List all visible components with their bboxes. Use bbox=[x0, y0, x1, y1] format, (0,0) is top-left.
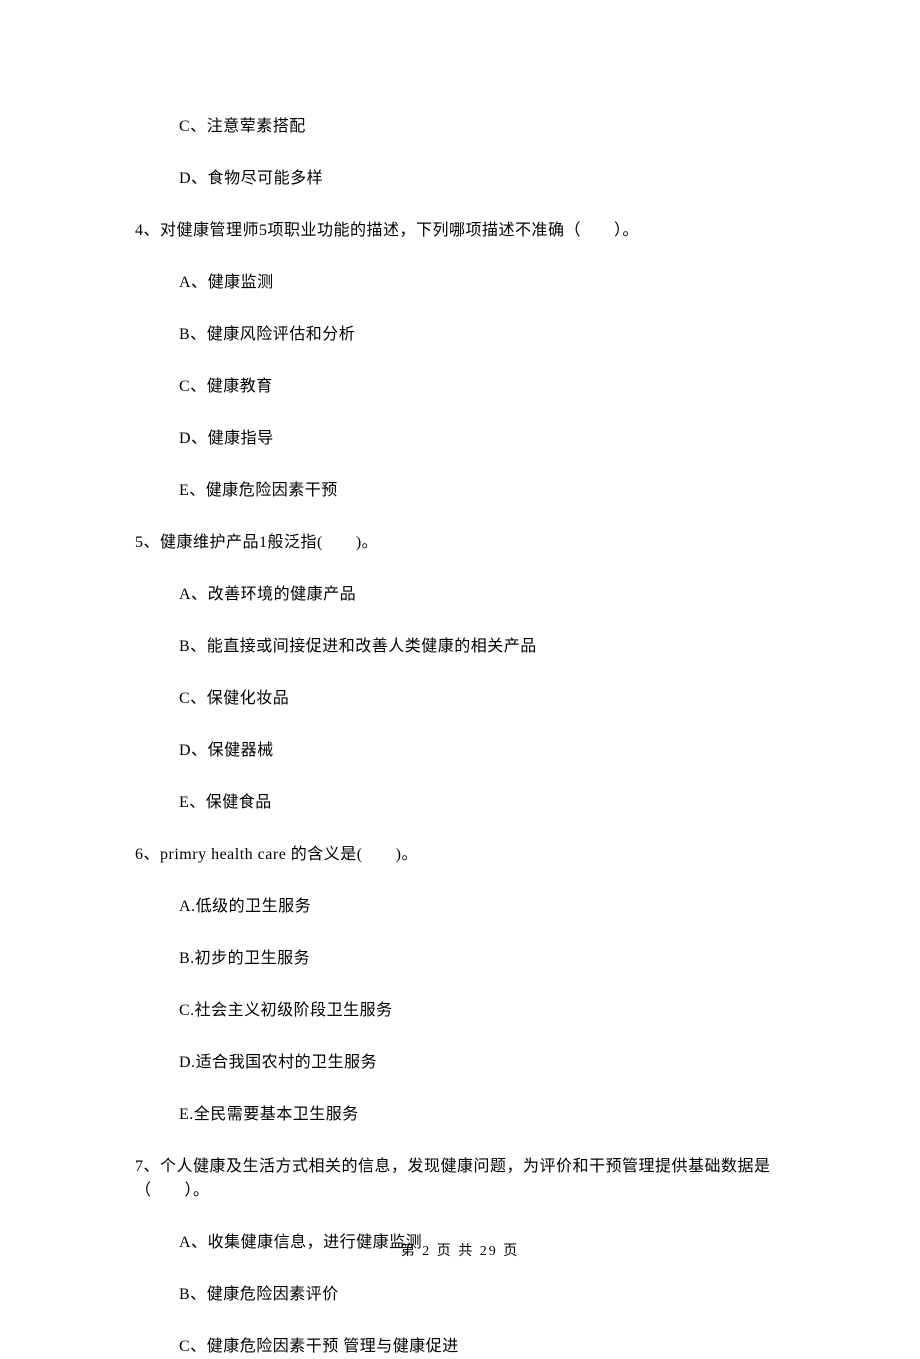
option-item: B、健康风险评估和分析 bbox=[179, 323, 785, 347]
page-footer: 第 2 页 共 29 页 bbox=[0, 1241, 920, 1262]
option-item: C、注意荤素搭配 bbox=[179, 115, 785, 139]
page-content: C、注意荤素搭配 D、食物尽可能多样 4、对健康管理师5项职业功能的描述，下列哪… bbox=[0, 0, 920, 1359]
option-text: 健康监测 bbox=[208, 274, 274, 291]
question-stem: 4、对健康管理师5项职业功能的描述，下列哪项描述不准确（ ）。 bbox=[135, 219, 785, 243]
option-label: C、 bbox=[179, 118, 207, 135]
option-item: C、健康教育 bbox=[179, 375, 785, 399]
option-text: 健康风险评估和分析 bbox=[207, 326, 356, 343]
question-text: primry health care 的含义是( )。 bbox=[160, 846, 418, 863]
option-text: 健康危险因素干预 管理与健康促进 bbox=[207, 1338, 459, 1355]
option-label: E、 bbox=[179, 482, 206, 499]
option-item: A.低级的卫生服务 bbox=[179, 895, 785, 919]
option-label: E. bbox=[179, 1106, 194, 1123]
option-text: 保健器械 bbox=[208, 742, 274, 759]
question-stem: 7、个人健康及生活方式相关的信息，发现健康问题，为评价和干预管理提供基础数据是（… bbox=[135, 1155, 785, 1203]
option-item: D、保健器械 bbox=[179, 739, 785, 763]
question-number: 4、 bbox=[135, 222, 160, 239]
option-text: 适合我国农村的卫生服务 bbox=[196, 1054, 378, 1071]
option-label: E、 bbox=[179, 794, 206, 811]
option-label: B. bbox=[179, 950, 195, 967]
option-item: D、健康指导 bbox=[179, 427, 785, 451]
option-text: 能直接或间接促进和改善人类健康的相关产品 bbox=[207, 638, 537, 655]
option-text: 注意荤素搭配 bbox=[207, 118, 306, 135]
option-label: D. bbox=[179, 1054, 196, 1071]
question-number: 7、 bbox=[135, 1158, 160, 1175]
option-item: A、改善环境的健康产品 bbox=[179, 583, 785, 607]
option-item: D.适合我国农村的卫生服务 bbox=[179, 1051, 785, 1075]
option-label: A. bbox=[179, 898, 196, 915]
option-label: A、 bbox=[179, 274, 208, 291]
option-text: 健康教育 bbox=[207, 378, 273, 395]
option-label: C、 bbox=[179, 378, 207, 395]
option-item: E、健康危险因素干预 bbox=[179, 479, 785, 503]
option-item: E、保健食品 bbox=[179, 791, 785, 815]
option-text: 全民需要基本卫生服务 bbox=[194, 1106, 359, 1123]
option-label: C、 bbox=[179, 1338, 207, 1355]
option-item: C、健康危险因素干预 管理与健康促进 bbox=[179, 1335, 785, 1359]
option-label: C、 bbox=[179, 690, 207, 707]
option-label: A、 bbox=[179, 586, 208, 603]
option-text: 健康危险因素干预 bbox=[206, 482, 338, 499]
option-label: B、 bbox=[179, 326, 207, 343]
option-item: B、健康危险因素评价 bbox=[179, 1283, 785, 1307]
option-text: 低级的卫生服务 bbox=[196, 898, 312, 915]
option-item: C、保健化妆品 bbox=[179, 687, 785, 711]
option-label: D、 bbox=[179, 430, 208, 447]
option-item: D、食物尽可能多样 bbox=[179, 167, 785, 191]
option-text: 初步的卫生服务 bbox=[195, 950, 311, 967]
question-number: 5、 bbox=[135, 534, 160, 551]
question-text: 对健康管理师5项职业功能的描述，下列哪项描述不准确（ ）。 bbox=[160, 222, 639, 239]
option-text: 健康指导 bbox=[208, 430, 274, 447]
question-text: 个人健康及生活方式相关的信息，发现健康问题，为评价和干预管理提供基础数据是（ ）… bbox=[135, 1158, 771, 1199]
option-text: 健康危险因素评价 bbox=[207, 1286, 339, 1303]
option-item: B.初步的卫生服务 bbox=[179, 947, 785, 971]
question-number: 6、 bbox=[135, 846, 160, 863]
option-item: C.社会主义初级阶段卫生服务 bbox=[179, 999, 785, 1023]
question-stem: 6、primry health care 的含义是( )。 bbox=[135, 843, 785, 867]
option-label: D、 bbox=[179, 742, 208, 759]
option-label: C. bbox=[179, 1002, 195, 1019]
option-text: 社会主义初级阶段卫生服务 bbox=[195, 1002, 393, 1019]
question-text: 健康维护产品1般泛指( )。 bbox=[160, 534, 378, 551]
question-stem: 5、健康维护产品1般泛指( )。 bbox=[135, 531, 785, 555]
option-item: A、健康监测 bbox=[179, 271, 785, 295]
option-label: D、 bbox=[179, 170, 208, 187]
option-item: E.全民需要基本卫生服务 bbox=[179, 1103, 785, 1127]
option-text: 食物尽可能多样 bbox=[208, 170, 324, 187]
option-text: 改善环境的健康产品 bbox=[208, 586, 357, 603]
option-item: B、能直接或间接促进和改善人类健康的相关产品 bbox=[179, 635, 785, 659]
option-text: 保健化妆品 bbox=[207, 690, 290, 707]
option-label: B、 bbox=[179, 1286, 207, 1303]
option-text: 保健食品 bbox=[206, 794, 272, 811]
option-label: B、 bbox=[179, 638, 207, 655]
